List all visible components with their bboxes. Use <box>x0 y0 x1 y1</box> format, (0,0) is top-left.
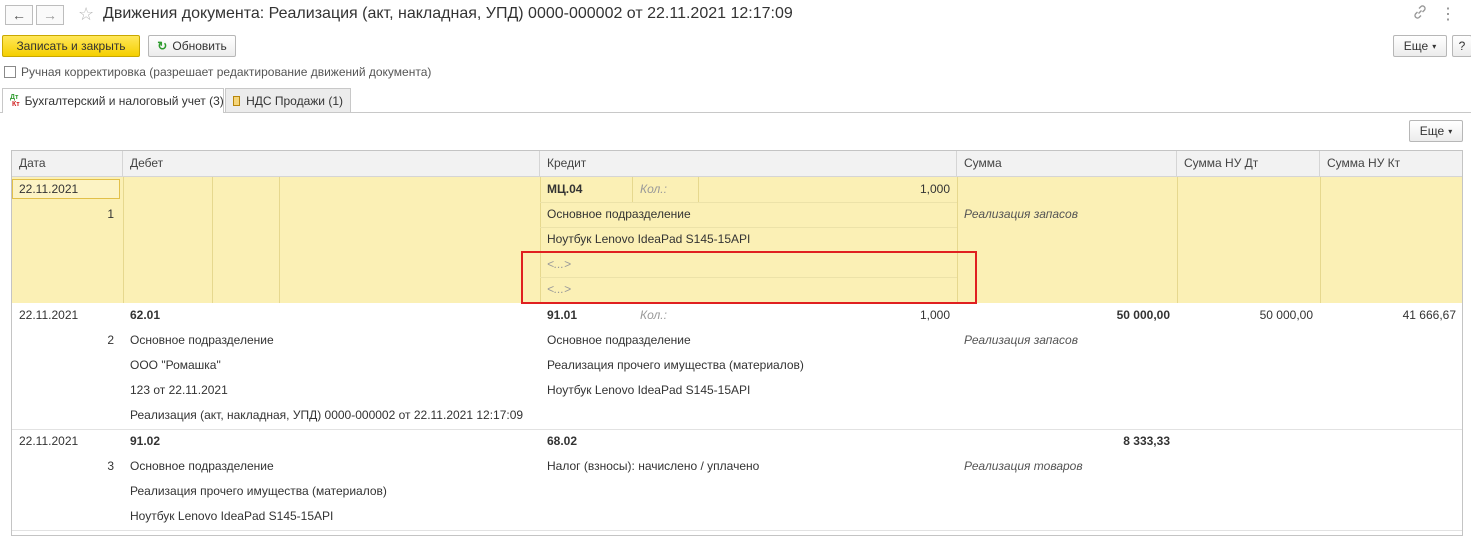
tab-vat-sales-label: НДС Продажи (1) <box>246 93 343 108</box>
register-icon <box>233 95 241 106</box>
row-date: 22.11.2021 <box>19 308 79 322</box>
table-row[interactable]: 22.11.2021 3 91.02 Основное подразделени… <box>12 429 1462 531</box>
credit-subconto: Налог (взносы): начислено / уплачено <box>547 459 760 473</box>
column-header-nu-kt[interactable]: Сумма НУ Кт <box>1320 151 1462 176</box>
column-header-date[interactable]: Дата <box>12 151 123 176</box>
movements-table[interactable]: Дата Дебет Кредит Сумма Сумма НУ Дт Сумм… <box>11 150 1463 536</box>
dt-kt-icon: Дт Кт <box>10 94 20 108</box>
row-sum: 50 000,00 <box>1116 308 1170 322</box>
table-header: Дата Дебет Кредит Сумма Сумма НУ Дт Сумм… <box>12 151 1462 177</box>
qty-label: Кол.: <box>640 182 667 196</box>
refresh-label: Обновить <box>172 39 227 53</box>
save-and-close-label: Записать и закрыть <box>16 39 126 53</box>
debit-account: 62.01 <box>130 308 161 322</box>
debit-subconto: 123 от 22.11.2021 <box>130 383 228 397</box>
more-label: Еще <box>1403 39 1429 53</box>
debit-subconto: Основное подразделение <box>130 333 274 347</box>
row-sum: 8 333,33 <box>1123 434 1170 448</box>
tab-accounting-label: Бухгалтерский и налоговый учет (3) <box>24 94 224 108</box>
credit-subconto: Основное подразделение <box>547 207 691 221</box>
credit-account: 91.01 <box>547 308 578 322</box>
refresh-icon: ↻ <box>157 39 168 53</box>
row-number: 1 <box>107 207 114 221</box>
more-label: Еще <box>1419 124 1445 138</box>
credit-subconto: Ноутбук Lenovo IdeaPad S145-15API <box>547 383 751 397</box>
credit-qty: 1,000 <box>919 182 950 196</box>
window-title: Движения документа: Реализация (акт, нак… <box>103 5 793 22</box>
manual-correction-label: Ручная корректировка (разрешает редактир… <box>21 65 432 79</box>
row-date: 22.11.2021 <box>19 434 79 448</box>
debit-subconto: Реализация (акт, накладная, УПД) 0000-00… <box>130 408 524 422</box>
row-nu-dt: 50 000,00 <box>1259 308 1313 322</box>
arrow-right-icon: → <box>43 7 57 23</box>
credit-qty: 1,000 <box>919 308 950 322</box>
arrow-left-icon: ← <box>12 7 26 23</box>
credit-subconto: Реализация прочего имущества (материалов… <box>547 358 804 372</box>
debit-subconto: Ноутбук Lenovo IdeaPad S145-15API <box>130 509 334 523</box>
debit-subconto: Реализация прочего имущества (материалов… <box>130 484 387 498</box>
more-button-top[interactable]: Еще ▾ <box>1393 35 1447 57</box>
column-header-debit[interactable]: Дебет <box>123 151 540 176</box>
row-nu-kt: 41 666,67 <box>1402 308 1456 322</box>
link-icon[interactable] <box>1412 4 1428 25</box>
chevron-down-icon: ▾ <box>1432 41 1437 51</box>
column-header-credit[interactable]: Кредит <box>540 151 957 176</box>
tab-accounting[interactable]: Дт Кт Бухгалтерский и налоговый учет (3) <box>2 88 224 113</box>
column-header-sum[interactable]: Сумма <box>957 151 1177 176</box>
tab-vat-sales[interactable]: НДС Продажи (1) <box>225 88 351 112</box>
row-number: 3 <box>107 459 114 473</box>
back-button[interactable]: ← <box>5 5 33 25</box>
qty-label: Кол.: <box>640 308 667 322</box>
help-label: ? <box>1458 39 1466 53</box>
more-button-grid[interactable]: Еще ▾ <box>1409 120 1463 142</box>
row-content: Реализация запасов <box>964 333 1078 347</box>
debit-account: 91.02 <box>130 434 161 448</box>
row-number: 2 <box>107 333 114 347</box>
table-row[interactable]: 22.11.2021 2 62.01 Основное подразделени… <box>12 303 1462 430</box>
help-button[interactable]: ? <box>1452 35 1471 57</box>
debit-subconto: Основное подразделение <box>130 459 274 473</box>
manual-correction-checkbox[interactable] <box>4 66 16 78</box>
forward-button[interactable]: → <box>36 5 64 25</box>
column-header-nu-dt[interactable]: Сумма НУ Дт <box>1177 151 1320 176</box>
save-and-close-button[interactable]: Записать и закрыть <box>2 35 140 57</box>
row-date: 22.11.2021 <box>19 182 79 196</box>
chevron-down-icon: ▾ <box>1448 126 1453 136</box>
favorite-star-icon[interactable]: ☆ <box>78 4 94 25</box>
refresh-button[interactable]: ↻ Обновить <box>148 35 236 57</box>
highlight-annotation-box <box>521 251 977 304</box>
row-content: Реализация запасов <box>964 207 1078 221</box>
credit-account: МЦ.04 <box>547 182 583 196</box>
credit-subconto: Основное подразделение <box>547 333 691 347</box>
more-menu-icon[interactable]: ⋮ <box>1440 4 1456 24</box>
credit-subconto: Ноутбук Lenovo IdeaPad S145-15API <box>547 232 751 246</box>
credit-account: 68.02 <box>547 434 578 448</box>
debit-subconto: ООО "Ромашка" <box>130 358 221 372</box>
row-content: Реализация товаров <box>964 459 1083 473</box>
